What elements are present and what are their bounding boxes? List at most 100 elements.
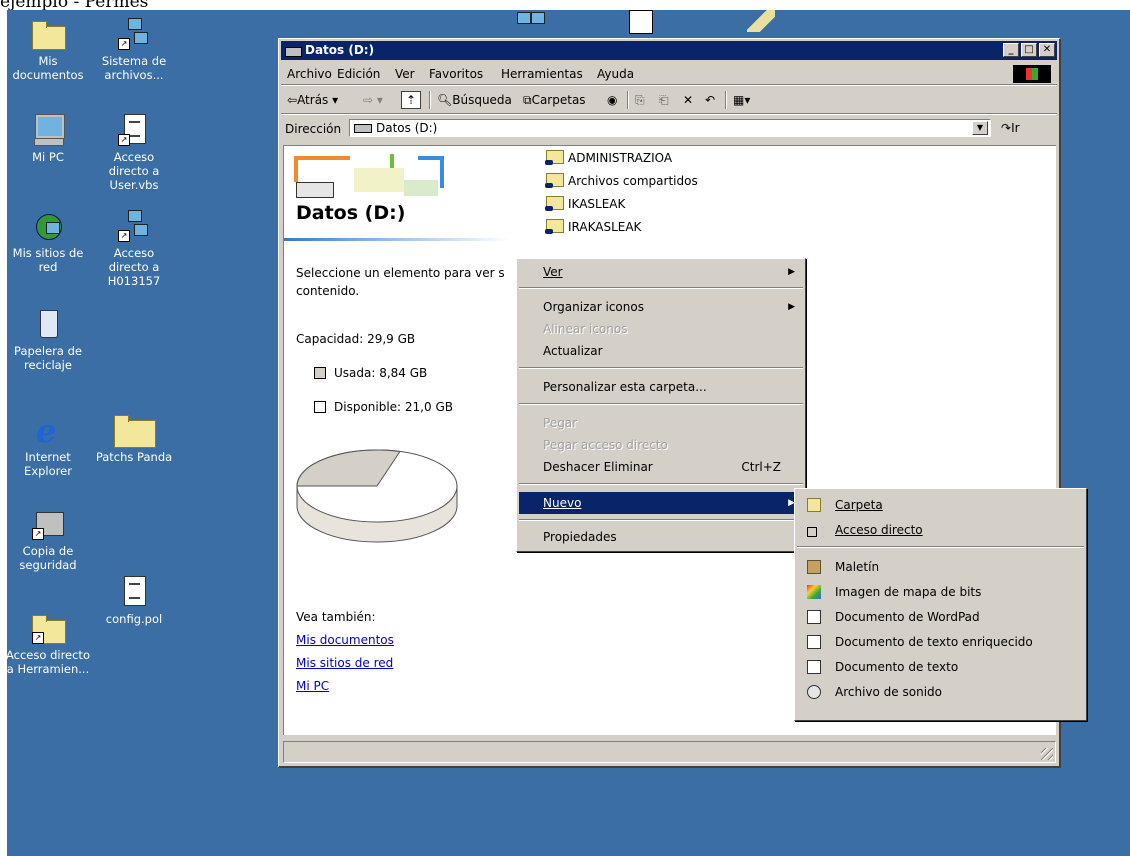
desktop-icon-papelera[interactable]: Papelera de reciclaje (7, 308, 89, 372)
desktop: Mis documentos ↗ Sistema de archivos... … (7, 10, 1130, 856)
menu-item-organizar-iconos[interactable]: Organizar iconos ▶ (519, 296, 803, 318)
paint-icon (807, 585, 821, 599)
menu-item-personalizar[interactable]: Personalizar esta carpeta... (519, 376, 803, 398)
close-button[interactable]: ✕ (1039, 43, 1055, 57)
go-button[interactable]: ↷Ir (1001, 121, 1020, 135)
windows-logo-icon (1013, 65, 1051, 83)
free-legend-swatch (314, 401, 326, 413)
network-shortcut-icon: ↗ (118, 18, 150, 50)
page-caption: ejemplo - Permes (0, 0, 149, 12)
window-title: Datos (D:) (305, 43, 375, 57)
address-label: Dirección (285, 122, 342, 136)
desktop-icon-mis-documentos[interactable]: Mis documentos (7, 18, 89, 82)
submenu-item-acceso-directo[interactable]: Acceso directo (797, 519, 1084, 541)
address-input[interactable]: Datos (D:) ▼ (349, 119, 991, 137)
menu-item-pegar-acceso-directo: Pegar acceso directo (543, 438, 668, 452)
list-item[interactable]: IKASLEAK (545, 196, 625, 211)
move-to-icon[interactable]: ⎘ (635, 93, 645, 108)
submenu-arrow-icon: ▶ (788, 267, 795, 277)
history-icon[interactable]: ◉ (607, 93, 617, 107)
list-item[interactable]: IRAKASLEAK (545, 219, 641, 234)
submenu-item-texto-enriquecido[interactable]: Documento de texto enriquecido (797, 631, 1084, 653)
submenu-item-carpeta[interactable]: Carpeta (797, 494, 1084, 516)
desktop-icon-mis-sitios-de-red[interactable]: Mis sitios de red (7, 210, 89, 274)
capacity-text: Capacidad: 29,9 GB (296, 332, 416, 346)
wordpad-document-icon (807, 610, 821, 624)
link-mi-pc[interactable]: Mi PC (296, 679, 329, 693)
recycle-bin-icon (32, 308, 64, 340)
submenu-item-mapa-de-bits[interactable]: Imagen de mapa de bits (797, 581, 1084, 603)
used-legend-swatch (314, 367, 326, 379)
window-tray-icon[interactable] (629, 10, 653, 34)
menu-item-nuevo[interactable]: Nuevo ▶ (519, 492, 803, 514)
shared-folder-icon (545, 219, 564, 234)
folder-icon (32, 21, 66, 50)
desktop-icon-acceso-herramientas[interactable]: ↗ Acceso directo a Herramien... (7, 612, 93, 676)
menu-item-ver[interactable]: Ver ▶ (519, 261, 803, 283)
link-mis-documentos[interactable]: Mis documentos (296, 633, 394, 647)
minimize-button[interactable]: _ (1003, 43, 1019, 57)
shared-folder-icon (545, 173, 564, 188)
desktop-icon-acceso-user-vbs[interactable]: ↗ Acceso directo a User.vbs (93, 114, 175, 192)
menu-bar: Archivo Edición Ver Favoritos Herramient… (281, 63, 1057, 83)
menu-favoritos[interactable]: Favoritos (429, 67, 483, 81)
menu-edicion[interactable]: Edición (337, 67, 380, 81)
resize-grip-icon[interactable] (1041, 748, 1053, 760)
menu-herramientas[interactable]: Herramientas (501, 67, 583, 81)
menu-item-pegar: Pegar (543, 416, 578, 430)
menu-ayuda[interactable]: Ayuda (597, 67, 634, 81)
submenu-nuevo: Carpeta Acceso directo Maletín Imagen de… (794, 488, 1087, 721)
toolbar: ⇦Atrás ▾ ⇨ ▾ ⇡ 🔍︎Búsqueda ⧉Carpetas ◉ ⎘ … (281, 87, 1057, 113)
desktop-icon-sistema-de-archivos[interactable]: ↗ Sistema de archivos... (93, 18, 175, 82)
undo-icon[interactable]: ↶ (705, 93, 715, 107)
backup-icon: ↗ (32, 508, 64, 540)
computer-icon (32, 114, 64, 146)
views-icon[interactable]: ▦▾ (733, 93, 750, 107)
menu-item-alinear-iconos: Alinear iconos (543, 322, 628, 336)
desktop-icon-copia-de-seguridad[interactable]: ↗ Copia de seguridad (7, 508, 89, 572)
submenu-item-documento-texto[interactable]: Documento de texto (797, 656, 1084, 678)
submenu-item-maletin[interactable]: Maletín (797, 556, 1084, 578)
submenu-item-wordpad[interactable]: Documento de WordPad (797, 606, 1084, 628)
menu-archivo[interactable]: Archivo (287, 67, 332, 81)
see-also-label: Vea también: (296, 610, 376, 624)
back-arrow-icon: ⇦ (287, 93, 298, 107)
list-item[interactable]: ADMINISTRAZIOA (545, 150, 672, 165)
forward-button[interactable]: ⇨ ▾ (363, 93, 383, 107)
shortcut-label: Ctrl+Z (741, 460, 781, 474)
menu-item-deshacer-eliminar[interactable]: Deshacer Eliminar Ctrl+Z (519, 456, 803, 478)
list-item[interactable]: Archivos compartidos (545, 173, 698, 188)
status-bar (283, 741, 1056, 763)
up-folder-icon[interactable]: ⇡ (401, 91, 421, 109)
desktop-icon-config-pol[interactable]: config.pol (93, 576, 175, 626)
link-mis-sitios-de-red[interactable]: Mis sitios de red (296, 656, 393, 670)
script-icon: ↗ (118, 114, 150, 146)
panel-hint: Seleccione un elemento para ver s conten… (296, 266, 505, 298)
title-bar[interactable]: Datos (D:) _ □ ✕ (281, 41, 1057, 60)
shared-folder-icon (545, 196, 564, 211)
menu-item-propiedades[interactable]: Propiedades (519, 526, 803, 548)
shared-folder-icon (545, 150, 564, 165)
desktop-icon-mi-pc[interactable]: Mi PC (7, 114, 89, 164)
chevron-down-icon[interactable]: ▼ (972, 121, 988, 135)
desktop-icon-acceso-h013157[interactable]: ↗ Acceso directo a H013157 (93, 210, 175, 288)
folders-button[interactable]: ⧉Carpetas (523, 93, 586, 108)
search-button[interactable]: 🔍︎Búsqueda (437, 93, 512, 107)
menu-item-actualizar[interactable]: Actualizar (519, 340, 803, 362)
tools-shortcut-icon: ↗ (32, 612, 66, 644)
desktop-icon-patchs-panda[interactable]: Patchs Panda (93, 414, 175, 464)
back-button[interactable]: ⇦Atrás ▾ (287, 93, 338, 107)
network-shortcut-icon: ↗ (118, 210, 150, 242)
folder-icon (807, 498, 821, 512)
copy-to-icon[interactable]: ⎗ (659, 93, 669, 108)
drive-icon (354, 124, 372, 133)
disk-usage-pie (296, 449, 458, 543)
delete-icon[interactable]: ✕ (683, 93, 693, 107)
menu-ver[interactable]: Ver (395, 67, 415, 81)
submenu-item-archivo-sonido[interactable]: Archivo de sonido (797, 681, 1084, 703)
pencil-tray-icon[interactable] (747, 10, 775, 32)
desktop-icon-internet-explorer[interactable]: e Internet Explorer (7, 414, 89, 478)
maximize-button[interactable]: □ (1021, 43, 1037, 57)
folders-icon: ⧉ (523, 93, 532, 107)
address-bar: Dirección Datos (D:) ▼ ↷Ir (281, 117, 1057, 141)
